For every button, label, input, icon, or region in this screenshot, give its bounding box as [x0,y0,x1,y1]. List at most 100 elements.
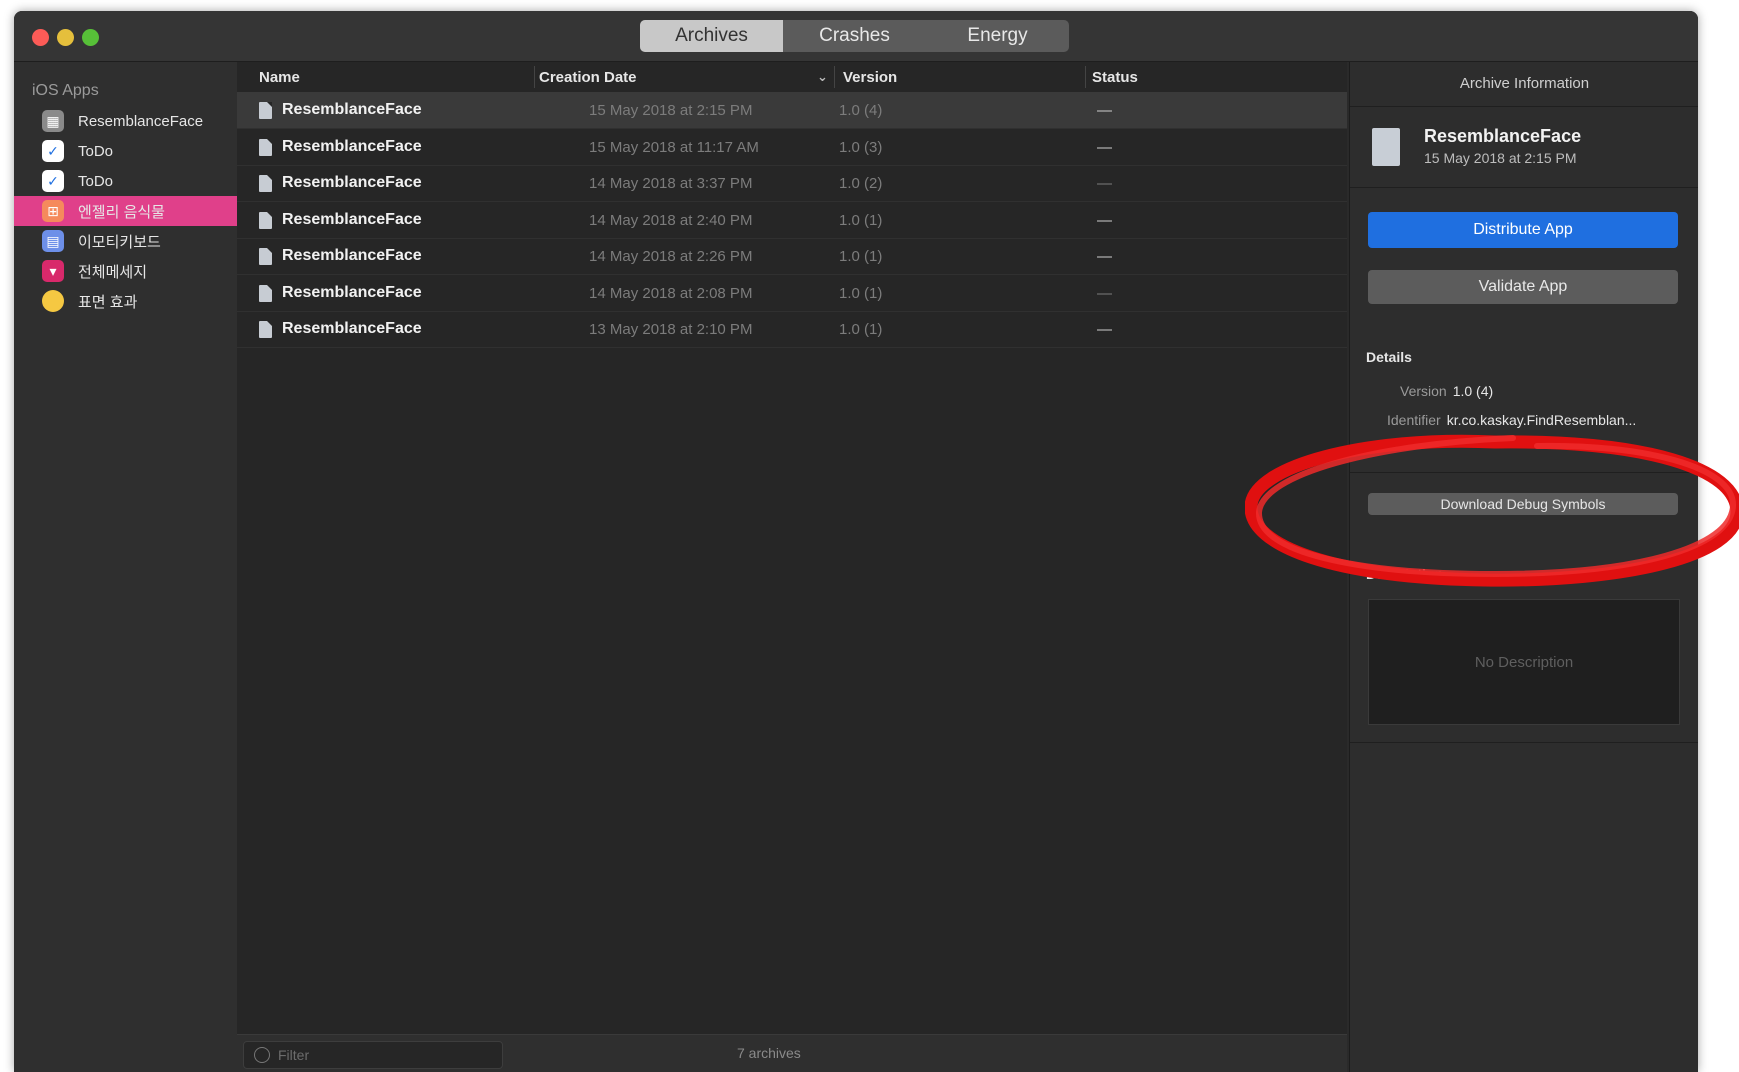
detail-value: 1.0 (4) [1452,383,1494,399]
row-name: ResemblanceFace [282,174,422,191]
yellow-app-icon [42,290,64,312]
details-title: Details [1366,349,1412,365]
row-status: — [1097,211,1112,229]
archive-document-icon [259,174,272,192]
checkmark-app-icon: ✓ [42,170,64,192]
archive-date: 15 May 2018 at 2:15 PM [1424,150,1577,166]
row-status: — [1097,247,1112,265]
row-name: ResemblanceFace [282,138,422,155]
row-name: ResemblanceFace [282,247,422,264]
row-date: 13 May 2018 at 2:10 PM [589,320,753,338]
archive-document-icon [259,138,272,156]
inspector-title: Archive Information [1459,75,1590,92]
row-status: — [1097,320,1112,338]
table-row[interactable]: ResemblanceFace 14 May 2018 at 2:40 PM 1… [237,202,1347,239]
table-row[interactable]: ResemblanceFace 15 May 2018 at 2:15 PM 1… [237,92,1347,129]
sort-chevron-down-icon[interactable]: ⌄ [817,62,828,92]
row-status: — [1097,284,1112,302]
tab-archives[interactable]: Archives [640,20,783,52]
filter-input[interactable] [276,1046,480,1064]
minimize-button[interactable] [57,29,74,46]
archive-inspector: Archive Information ResemblanceFace 15 M… [1349,62,1698,1072]
table-row[interactable]: ResemblanceFace 15 May 2018 at 11:17 AM … [237,129,1347,166]
detail-value: kr.co.kaskay.FindResemblan... [1446,412,1637,428]
table-row[interactable]: ResemblanceFace 14 May 2018 at 2:08 PM 1… [237,275,1347,312]
row-name: ResemblanceFace [282,101,422,118]
sidebar-item-label: ResemblanceFace [78,112,204,130]
row-status: — [1097,101,1112,119]
sidebar-item-todo[interactable]: ✓ ToDo [14,136,237,166]
table-row[interactable]: ResemblanceFace 13 May 2018 at 2:10 PM 1… [237,311,1347,348]
description-field[interactable]: No Description [1368,599,1680,725]
row-version: 1.0 (1) [839,247,883,265]
tab-energy[interactable]: Energy [926,20,1069,52]
keyboard-app-icon: ▤ [42,230,64,252]
grid-app-icon: ▦ [42,110,64,132]
archive-document-icon [259,211,272,229]
detail-key: Identifier [1387,412,1441,428]
column-header-date[interactable]: Creation Date [539,62,637,92]
close-button[interactable] [32,29,49,46]
message-app-icon: ▾ [42,260,64,282]
column-divider [534,66,535,88]
archive-document-icon [259,320,272,338]
zoom-button[interactable] [82,29,99,46]
sidebar-item-label: 표면 효과 [78,293,138,311]
sidebar-item-label: 이모티키보드 [78,233,161,251]
row-status: — [1097,138,1112,156]
row-date: 14 May 2018 at 2:40 PM [589,211,753,229]
sidebar-section-title: iOS Apps [32,82,99,99]
row-name: ResemblanceFace [282,320,422,337]
archive-name: ResemblanceFace [1424,126,1582,146]
divider [1350,742,1698,743]
sidebar-item-label: ToDo [78,142,114,160]
column-divider [834,66,835,88]
column-header-name[interactable]: Name [259,62,300,92]
download-debug-symbols-button[interactable]: Download Debug Symbols [1368,493,1678,515]
divider [1350,472,1698,473]
detail-version: Version 1.0 (4) [1400,383,1493,399]
row-date: 15 May 2018 at 2:15 PM [589,101,753,119]
column-header-status[interactable]: Status [1092,62,1138,92]
row-date: 14 May 2018 at 2:08 PM [589,284,753,302]
title-bar: Archives Crashes Energy [14,11,1698,62]
validate-app-button[interactable]: Validate App [1368,270,1678,304]
distribute-app-button[interactable]: Distribute App [1368,212,1678,248]
filter-field[interactable] [243,1041,503,1069]
sidebar-item-keyboard-app[interactable]: ▤ 이모티키보드 [14,226,237,256]
row-version: 1.0 (4) [839,101,883,119]
column-divider [1085,66,1086,88]
sidebar-item-selected-app[interactable]: ⊞ 엔젤리 음식물 [14,196,237,226]
archive-document-icon [259,101,272,119]
sidebar-item-todo[interactable]: ✓ ToDo [14,166,237,196]
table-row[interactable]: ResemblanceFace 14 May 2018 at 3:37 PM 1… [237,165,1347,202]
archive-count: 7 archives [737,1045,801,1061]
archive-document-icon [1372,128,1400,166]
sidebar-item-yellow-app[interactable]: 표면 효과 [14,286,237,316]
detail-key: Version [1400,383,1447,399]
archive-document-icon [259,284,272,302]
divider [1350,187,1698,188]
table-footer: 7 archives [237,1034,1347,1072]
row-version: 1.0 (3) [839,138,883,156]
sidebar-item-label: 엔젤리 음식물 [78,203,165,221]
row-version: 1.0 (1) [839,211,883,229]
row-name: ResemblanceFace [282,284,422,301]
description-title: Description [1366,566,1444,582]
row-date: 15 May 2018 at 11:17 AM [589,138,759,156]
tab-crashes[interactable]: Crashes [783,20,926,52]
column-header-version[interactable]: Version [843,62,897,92]
archives-table: Name Creation Date ⌄ Version Status Rese… [237,62,1347,1072]
sidebar-item-message-app[interactable]: ▾ 전체메세지 [14,256,237,286]
pink-app-icon: ⊞ [42,200,64,222]
checkmark-app-icon: ✓ [42,140,64,162]
table-row[interactable]: ResemblanceFace 14 May 2018 at 2:26 PM 1… [237,238,1347,275]
detail-identifier: Identifier kr.co.kaskay.FindResemblan... [1387,412,1636,428]
row-status: — [1097,174,1112,192]
row-version: 1.0 (1) [839,284,883,302]
archive-document-icon [259,247,272,265]
divider [1350,106,1698,107]
sidebar-item-resemblanceface[interactable]: ▦ ResemblanceFace [14,106,237,136]
row-date: 14 May 2018 at 2:26 PM [589,247,753,265]
row-date: 14 May 2018 at 3:37 PM [589,174,753,192]
